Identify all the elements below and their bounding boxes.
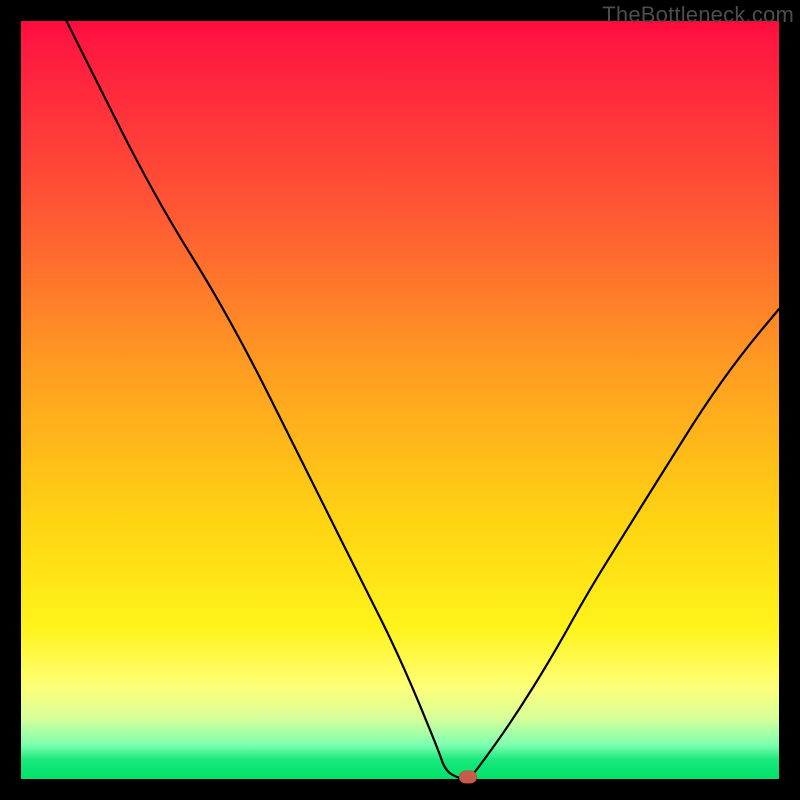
bottleneck-curve — [21, 21, 779, 779]
watermark-text: TheBottleneck.com — [602, 2, 794, 28]
outer-frame: TheBottleneck.com — [0, 0, 800, 800]
optimum-marker — [459, 771, 477, 784]
curve-path — [67, 21, 780, 779]
plot-area — [21, 21, 779, 779]
